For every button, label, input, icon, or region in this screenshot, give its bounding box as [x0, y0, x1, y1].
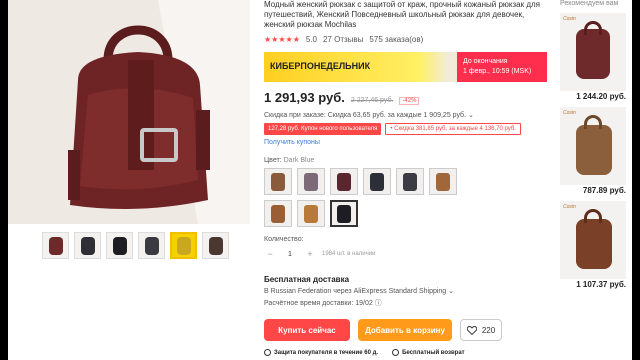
timer-line-1: До окончания: [463, 58, 508, 65]
thumbnail-2[interactable]: [74, 232, 101, 259]
recommendation-image: Cosin: [560, 201, 626, 279]
thumbnail-4[interactable]: [138, 232, 165, 259]
order-discount-line[interactable]: Скидка при заказе: Скидка 63,65 руб. за …: [264, 111, 554, 119]
current-price: 1 291,93 руб.: [264, 90, 345, 105]
promo-timer: До окончания 1 февр., 10:59 (MSK): [457, 52, 547, 82]
recommendation-image: Cosin: [560, 107, 626, 185]
recommendation-item[interactable]: Cosin 1 244.20 руб.: [560, 13, 630, 101]
thumbnail-3[interactable]: [106, 232, 133, 259]
recommendations-title: Рекомендуем вам: [560, 0, 619, 7]
product-page: Модный женский рюкзак с защитой от краж,…: [8, 0, 632, 360]
coupon-row: 127,28 руб. Купон нового пользователя • …: [264, 123, 554, 135]
stock-count: 1984 шт. в наличии: [322, 251, 376, 257]
recommendation-image: Cosin: [560, 13, 626, 91]
color-swatch[interactable]: [396, 168, 424, 195]
color-swatch[interactable]: [264, 168, 292, 195]
free-return[interactable]: Бесплатный возврат: [392, 349, 465, 356]
brand-logo: Cosin: [563, 204, 576, 210]
buyer-protection-text: Защита покупателя в течение 60 д.: [274, 350, 379, 357]
discount-badge: -42%: [399, 97, 420, 105]
add-to-cart-button[interactable]: Добавить в корзину: [358, 319, 452, 341]
quantity-label: Количество:: [264, 236, 304, 243]
wishlist-count: 220: [481, 325, 496, 335]
timer-line-2: 1 февр., 10:59 (MSK): [463, 68, 532, 75]
quantity-increase-button[interactable]: +: [304, 249, 316, 259]
color-label: Цвет: Dark Blue: [264, 157, 554, 164]
backpack-illustration: [8, 0, 250, 224]
thumbnail-6[interactable]: [202, 232, 229, 259]
product-title: Модный женский рюкзак с защитой от краж,…: [264, 0, 541, 29]
quantity-input[interactable]: 1: [282, 251, 298, 258]
free-return-text: Бесплатный возврат: [402, 350, 465, 357]
buyer-protection[interactable]: Защита покупателя в течение 60 д.: [264, 349, 378, 356]
guarantees: Защита покупателя в течение 60 д. Беспла…: [264, 349, 554, 356]
color-value: Dark Blue: [283, 157, 315, 164]
buy-now-button[interactable]: Купить сейчас: [264, 319, 350, 341]
recommendation-item[interactable]: Cosin 1 107.37 руб.: [560, 201, 630, 289]
recommendation-price: 1 107.37 руб.: [576, 280, 626, 289]
reviews-link[interactable]: 27 Отзывы: [323, 35, 363, 44]
color-swatch[interactable]: [264, 200, 292, 227]
thumbnail-5[interactable]: [170, 232, 197, 259]
shipping-route[interactable]: В Russian Federation через AliExpress St…: [264, 287, 554, 295]
promo-banner[interactable]: КИБЕРПОНЕДЕЛЬНИК До окончания 1 февр., 1…: [264, 52, 547, 82]
shield-icon: [264, 349, 271, 356]
color-swatch-selected[interactable]: [330, 200, 358, 227]
color-swatch[interactable]: [330, 168, 358, 195]
rating-row: ★★★★★ 5.0 27 Отзывы 575 заказа(ов): [264, 35, 554, 44]
heart-icon: [466, 325, 477, 335]
recommendation-price: 1 244.20 руб.: [576, 92, 626, 101]
thumbnail-strip: [42, 232, 229, 259]
get-coupons-link[interactable]: Получить купоны: [264, 139, 554, 146]
color-swatch[interactable]: [429, 168, 457, 195]
store-discount-coupon[interactable]: • Скидка 381,85 руб. за каждые 4 136,70 …: [385, 123, 521, 135]
thumbnail-1[interactable]: [42, 232, 69, 259]
price-row: 1 291,93 руб. 2 227,46 руб. -42%: [264, 90, 554, 105]
recommendation-price: 787.89 руб.: [582, 186, 626, 195]
new-user-coupon[interactable]: 127,28 руб. Купон нового пользователя: [264, 123, 382, 135]
color-swatch[interactable]: [297, 168, 325, 195]
purchase-actions: Купить сейчас Добавить в корзину 220: [264, 319, 554, 341]
recommendations: Рекомендуем вам Cosin 1 244.20 руб. Cosi…: [560, 0, 630, 289]
shipping-title: Бесплатная доставка: [264, 275, 350, 284]
old-price: 2 227,46 руб.: [350, 97, 394, 104]
recommendation-item[interactable]: Cosin 787.89 руб.: [560, 107, 630, 195]
product-info: Модный женский рюкзак с защитой от краж,…: [264, 0, 554, 356]
quantity-stepper: − 1 + 1984 шт. в наличии: [264, 249, 554, 259]
color-swatches: [264, 168, 474, 227]
brand-logo: Cosin: [563, 110, 576, 116]
star-rating-icon: ★★★★★: [264, 35, 300, 44]
rating-value: 5.0: [305, 35, 317, 44]
promo-label: КИБЕРПОНЕДЕЛЬНИК: [270, 61, 371, 71]
color-label-text: Цвет:: [264, 157, 282, 164]
wishlist-button[interactable]: 220: [460, 319, 502, 341]
main-product-image[interactable]: [8, 0, 250, 224]
color-swatch[interactable]: [297, 200, 325, 227]
shipping-estimate: Расчётное время доставки: 19/02 ⓘ: [264, 300, 382, 307]
return-icon: [392, 349, 400, 356]
orders-count: 575 заказа(ов): [369, 35, 424, 44]
color-swatch[interactable]: [363, 168, 391, 195]
quantity-decrease-button[interactable]: −: [264, 249, 276, 259]
brand-logo: Cosin: [563, 16, 576, 22]
